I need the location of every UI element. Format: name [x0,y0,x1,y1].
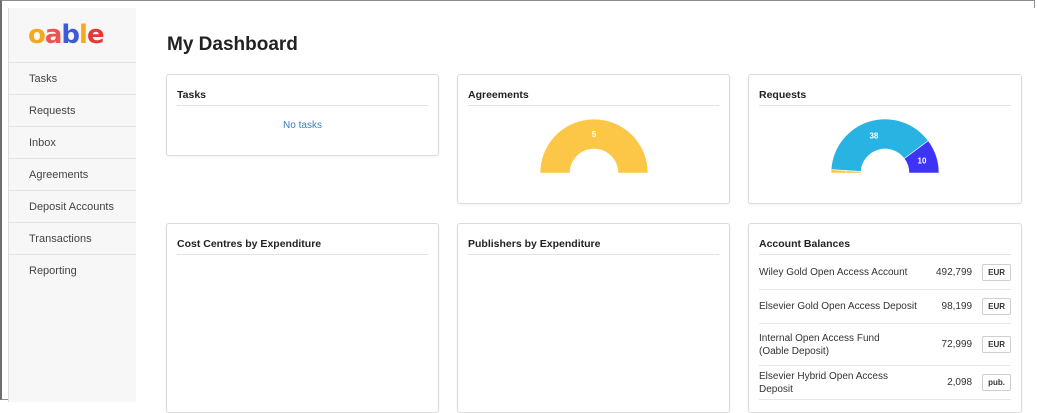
logo-letter: b [61,20,80,50]
currency-badge: EUR [982,298,1011,315]
sidebar-item-agreements[interactable]: Agreements [9,158,136,190]
account-amount: 2,098 [947,377,973,388]
logo-letter: e [86,20,105,50]
main-content: My Dashboard Tasks No tasks Agreements 5… [136,8,1037,413]
account-name: Elsevier Hybrid Open Access Deposit [759,370,888,395]
logo-letter: l [79,20,88,50]
tasks-card-title: Tasks [177,89,206,101]
currency-badge: EUR [982,336,1011,353]
divider [177,254,428,255]
divider [468,254,719,255]
sidebar-item-deposit-accounts[interactable]: Deposit Accounts [9,190,136,222]
account-amount: 98,199 [941,301,973,312]
cost-centres-card-title: Cost Centres by Expenditure [177,238,322,250]
page-title: My Dashboard [167,34,298,55]
balance-row[interactable]: Wiley Gold Open Access Account 492,799 E… [759,255,1011,290]
logo-letter: a [44,20,63,50]
currency-badge: pub. [982,374,1011,391]
no-tasks-message: No tasks [283,120,322,131]
balance-row[interactable]: Elsevier Hybrid Open Access Deposit 2,09… [759,366,1011,400]
publishers-card: Publishers by Expenditure [457,223,730,413]
agreements-half-donut-chart: 5 [539,118,649,174]
divider [177,105,428,106]
currency-badge: EUR [982,263,1011,281]
agreements-card: Agreements 5 [457,74,730,204]
sidebar-nav: Tasks Requests Inbox Agreements Deposit … [9,62,136,286]
sidebar-item-inbox[interactable]: Inbox [9,126,136,158]
account-name: Internal Open Access Fund (Oable Deposit… [759,332,880,357]
oable-logo[interactable]: oable [9,8,136,62]
account-name: Elsevier Gold Open Access Deposit [759,301,917,312]
balance-row[interactable]: Internal Open Access Fund (Oable Deposit… [759,324,1011,366]
account-amount: 72,999 [941,339,973,350]
gauge-slice-label: 38 [869,132,878,141]
account-balances-card: Account Balances Wiley Gold Open Access … [748,223,1022,413]
gauge-slice-label: 5 [592,130,597,139]
tasks-card: Tasks No tasks [166,74,439,156]
sidebar: oable Tasks Requests Inbox Agreements De… [8,8,137,402]
sidebar-item-tasks[interactable]: Tasks [9,62,136,94]
gauge-slice-label: 10 [918,157,927,166]
logo-letter: o [28,20,46,50]
account-amount: 492,799 [935,266,973,278]
gauge-slice[interactable] [539,118,649,174]
publishers-card-title: Publishers by Expenditure [468,238,601,250]
sidebar-item-transactions[interactable]: Transactions [9,222,136,254]
sidebar-item-requests[interactable]: Requests [9,94,136,126]
balance-row[interactable]: Elsevier Gold Open Access Deposit 98,199… [759,290,1011,324]
requests-half-donut-chart: 13810 [830,118,940,177]
cost-centres-card: Cost Centres by Expenditure [166,223,439,413]
requests-card: Requests 1 38 10 [748,74,1022,204]
sidebar-item-reporting[interactable]: Reporting [9,254,136,286]
account-name: Wiley Gold Open Access Account [759,266,908,278]
account-balances-card-title: Account Balances [759,238,851,250]
